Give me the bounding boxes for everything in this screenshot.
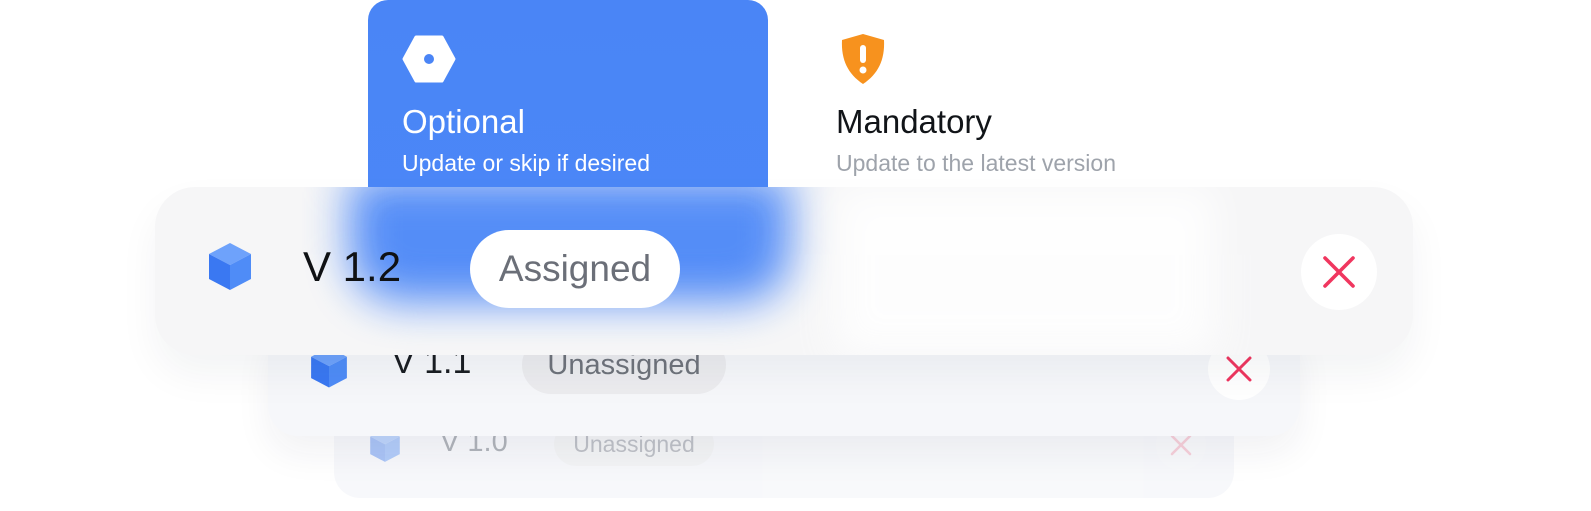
close-icon: [1226, 356, 1252, 382]
status-badge[interactable]: Assigned: [470, 230, 680, 308]
tab-optional-title: Optional: [402, 103, 525, 140]
shield-exclamation-icon: [841, 34, 885, 84]
version-label: V 1.2: [303, 243, 402, 290]
tab-mandatory-subtitle: Update to the latest version: [836, 150, 1116, 176]
remove-version-button[interactable]: [1301, 234, 1377, 310]
tab-optional-subtitle: Update or skip if desired: [402, 150, 651, 176]
close-icon: [1170, 434, 1192, 456]
cube-icon: [209, 243, 251, 290]
tab-mandatory-title: Mandatory: [836, 103, 992, 140]
hexagon-dot-icon: [402, 35, 456, 83]
version-row-1-2[interactable]: V 1.2 Assigned: [155, 187, 1413, 355]
highlight-fade: [835, 187, 1215, 355]
close-icon: [1323, 256, 1355, 288]
